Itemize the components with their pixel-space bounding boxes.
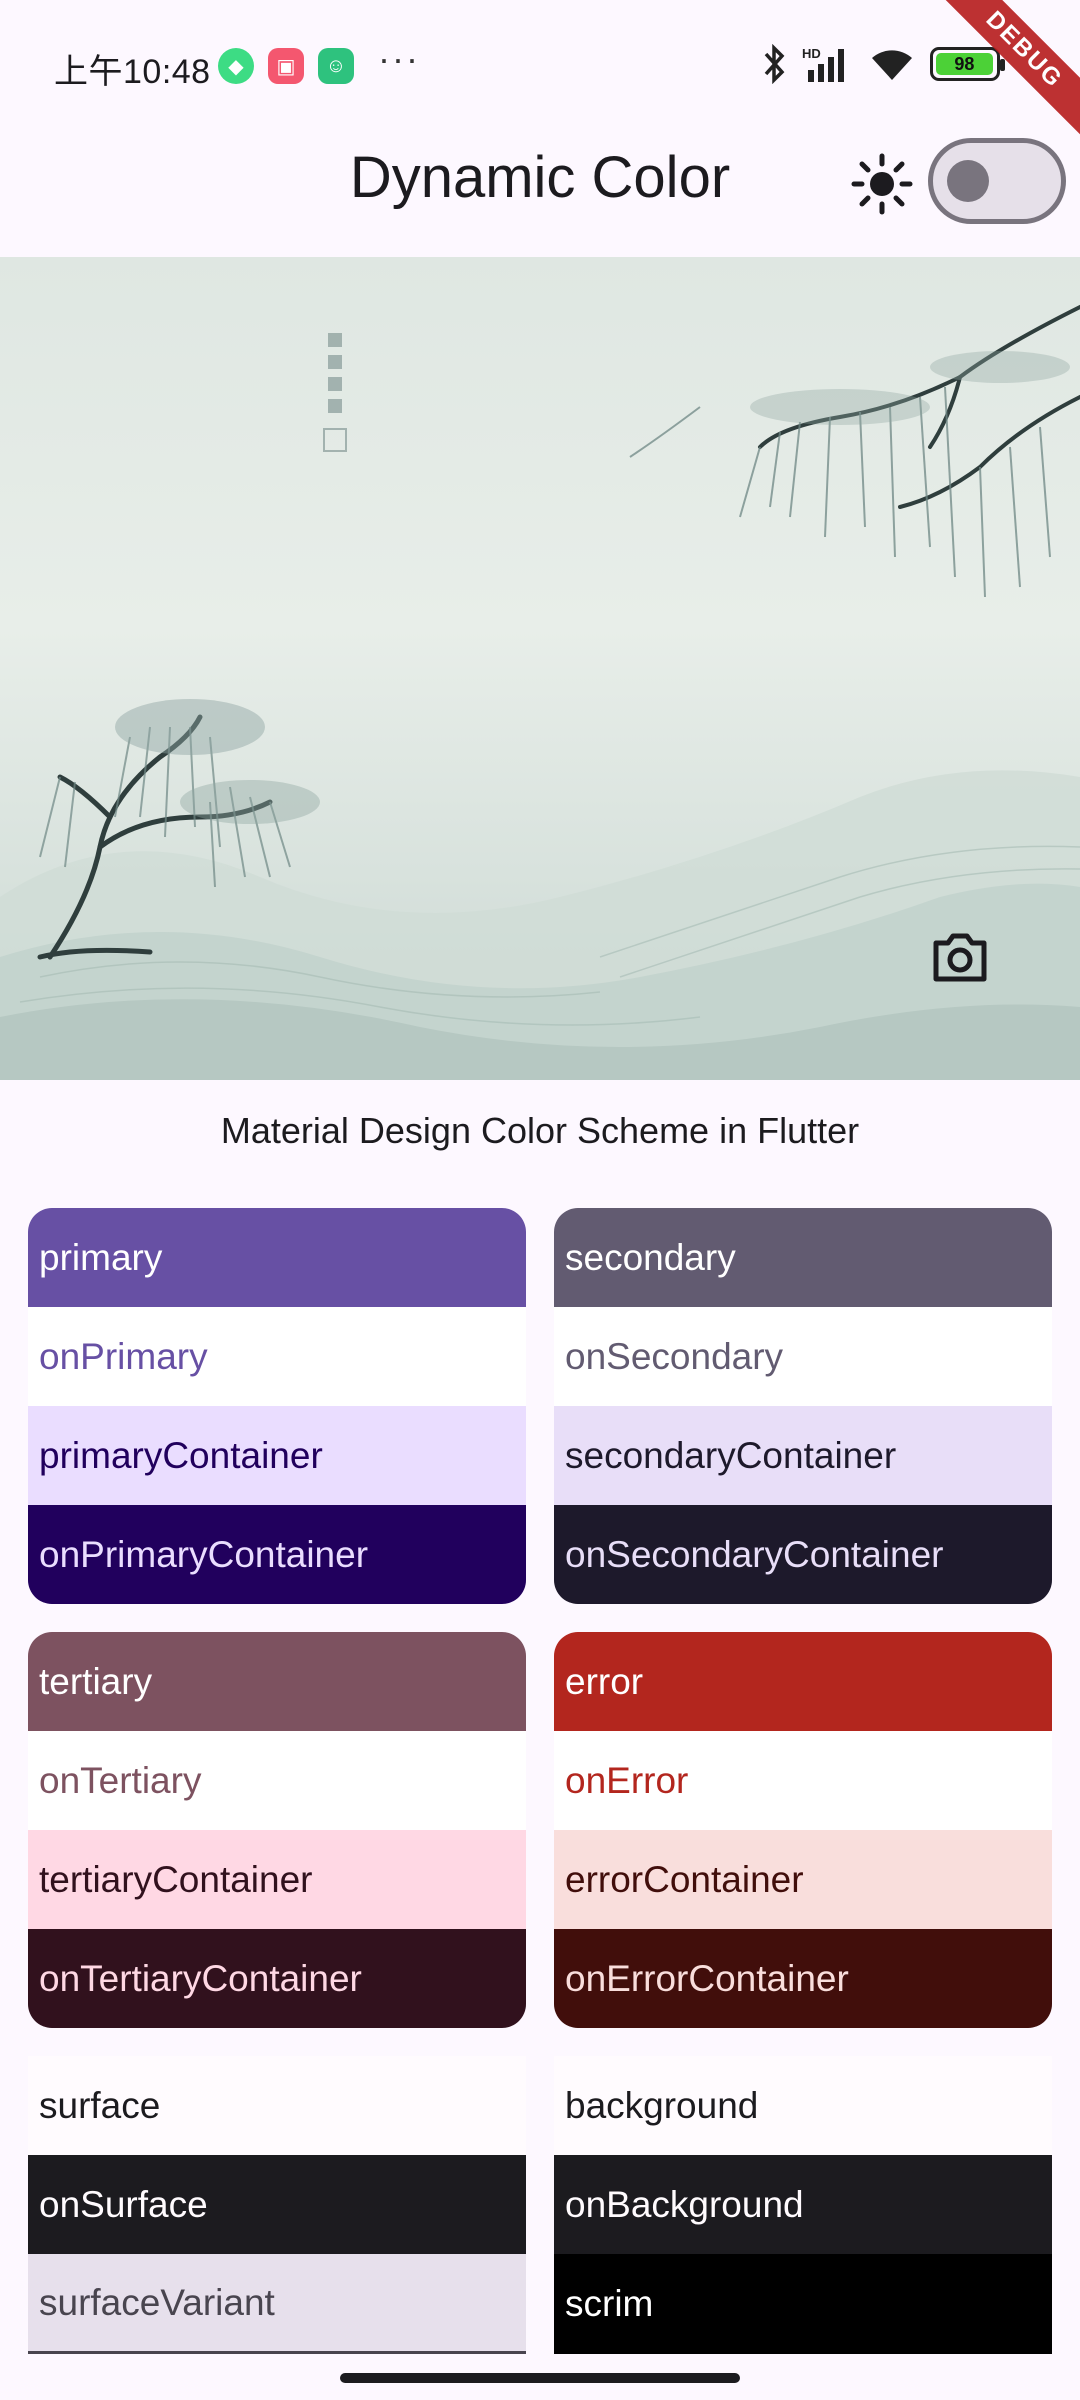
on-tertiary-swatch: onTertiary	[28, 1731, 526, 1830]
secondary-swatch: secondary	[554, 1208, 1052, 1307]
status-time: 上午10:48	[54, 53, 211, 91]
android-app-icon: ◆	[218, 48, 254, 84]
hero-image	[0, 257, 1080, 1080]
switch-thumb	[947, 160, 989, 202]
error-color-card: error onError errorContainer onErrorCont…	[554, 1632, 1052, 2028]
landscape-illustration	[0, 305, 1080, 1080]
on-error-swatch: onError	[554, 1731, 1052, 1830]
on-surface-swatch: onSurface	[28, 2155, 526, 2254]
status-right: HD 98	[760, 44, 1005, 84]
more-notifications-icon: ···	[378, 38, 420, 79]
surface-variant-swatch: surfaceVariant	[28, 2254, 526, 2354]
secondary-container-swatch: secondaryContainer	[554, 1406, 1052, 1505]
on-secondary-container-swatch: onSecondaryContainer	[554, 1505, 1052, 1604]
secondary-color-card: secondary onSecondary secondaryContainer…	[554, 1208, 1052, 1604]
calligraphy-mark	[323, 333, 347, 452]
cellular-signal-icon: HD	[802, 46, 844, 82]
home-indicator[interactable]	[340, 2373, 740, 2383]
scrim-swatch: scrim	[554, 2254, 1052, 2354]
tertiary-swatch: tertiary	[28, 1632, 526, 1731]
on-secondary-swatch: onSecondary	[554, 1307, 1052, 1406]
on-tertiary-container-swatch: onTertiaryContainer	[28, 1929, 526, 2028]
caption: Material Design Color Scheme in Flutter	[220, 1110, 860, 1151]
primary-container-swatch: primaryContainer	[28, 1406, 526, 1505]
on-primary-container-swatch: onPrimaryContainer	[28, 1505, 526, 1604]
surface-swatch: surface	[28, 2056, 526, 2155]
error-swatch: error	[554, 1632, 1052, 1731]
bluetooth-icon	[764, 44, 785, 84]
on-error-container-swatch: onErrorContainer	[554, 1929, 1052, 2028]
chat-app-icon: ☺	[318, 48, 354, 84]
primary-swatch: primary	[28, 1208, 526, 1307]
primary-color-card: primary onPrimary primaryContainer onPri…	[28, 1208, 526, 1604]
wifi-icon	[872, 50, 912, 80]
error-container-swatch: errorContainer	[554, 1830, 1052, 1929]
tertiary-container-swatch: tertiaryContainer	[28, 1830, 526, 1929]
battery-level: 98	[936, 53, 993, 75]
dark-mode-switch[interactable]	[928, 138, 1066, 224]
on-primary-swatch: onPrimary	[28, 1307, 526, 1406]
tertiary-color-card: tertiary onTertiary tertiaryContainer on…	[28, 1632, 526, 2028]
background-swatch: background	[554, 2056, 1052, 2155]
svg-text:HD: HD	[802, 46, 821, 61]
battery-icon: 98	[930, 47, 1005, 81]
camera-icon[interactable]	[928, 925, 992, 989]
page-title: Dynamic Color	[349, 145, 731, 210]
light-mode-icon	[851, 153, 913, 215]
app-bar: Dynamic Color	[0, 130, 1080, 255]
notification-app-icon: ▣	[268, 48, 304, 84]
on-background-swatch: onBackground	[554, 2155, 1052, 2254]
status-bar: 上午10:48 ◆ ▣ ☺ ··· HD 98	[0, 0, 1080, 130]
